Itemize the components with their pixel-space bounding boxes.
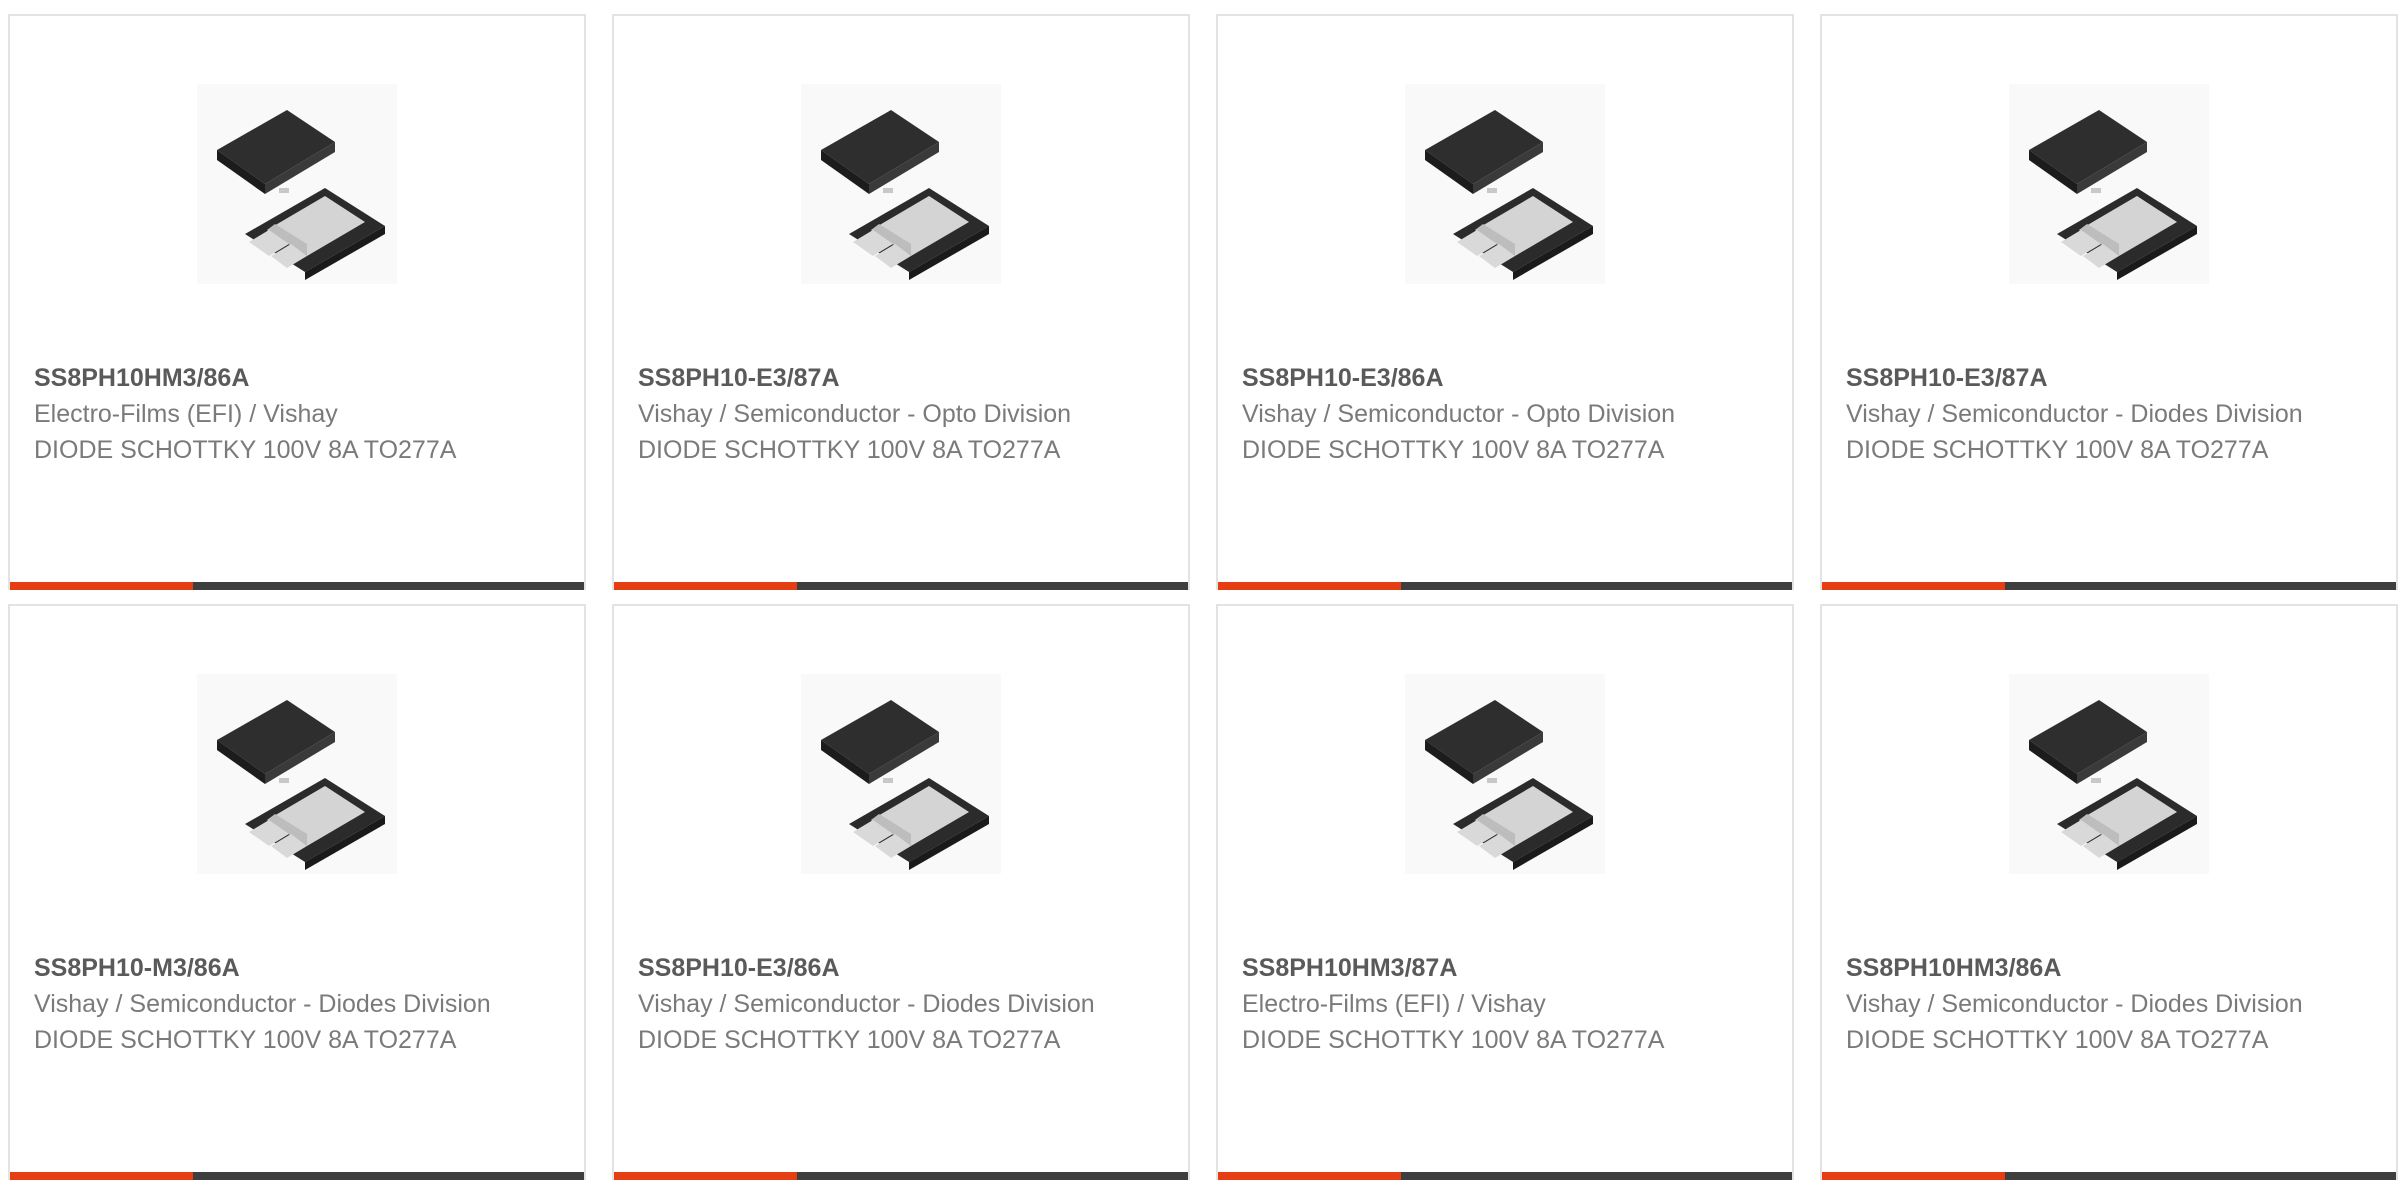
description-text: DIODE SCHOTTKY 100V 8A TO277A [34, 1026, 457, 1054]
product-card[interactable]: SS8PH10-M3/86A Vishay / Semiconductor - … [8, 604, 586, 1180]
product-info: SS8PH10-E3/87A Vishay / Semiconductor - … [1846, 360, 2336, 468]
product-card[interactable]: SS8PH10HM3/86A Vishay / Semiconductor - … [1820, 604, 2398, 1180]
card-bottom-bar [1822, 582, 2396, 590]
description-text: DIODE SCHOTTKY 100V 8A TO277A [1846, 1026, 2269, 1054]
product-image[interactable] [2009, 84, 2209, 284]
product-card[interactable]: SS8PH10-E3/86A Vishay / Semiconductor - … [1216, 14, 1794, 590]
manufacturer-text: Vishay / Semiconductor - Diodes Division [34, 990, 491, 1018]
part-number-link[interactable]: SS8PH10-E3/87A [1846, 360, 2336, 396]
product-card[interactable]: SS8PH10-E3/87A Vishay / Semiconductor - … [1820, 14, 2398, 590]
product-info: SS8PH10-E3/86A Vishay / Semiconductor - … [638, 950, 1128, 1058]
product-image[interactable] [801, 674, 1001, 874]
product-image[interactable] [2009, 674, 2209, 874]
product-info: SS8PH10HM3/87A Electro-Films (EFI) / Vis… [1242, 950, 1732, 1058]
card-bottom-bar [1218, 1172, 1792, 1180]
card-accent-bar [1218, 1172, 1401, 1180]
product-info: SS8PH10-E3/86A Vishay / Semiconductor - … [1242, 360, 1732, 468]
manufacturer-text: Electro-Films (EFI) / Vishay [1242, 990, 1546, 1018]
card-bottom-bar [1218, 582, 1792, 590]
diode-package-icon [2029, 110, 2197, 280]
manufacturer-text: Vishay / Semiconductor - Opto Division [1242, 400, 1676, 428]
product-info: SS8PH10-E3/87A Vishay / Semiconductor - … [638, 360, 1128, 468]
manufacturer-text: Vishay / Semiconductor - Diodes Division [1846, 990, 2303, 1018]
description-text: DIODE SCHOTTKY 100V 8A TO277A [1242, 1026, 1665, 1054]
diode-package-icon [1425, 700, 1593, 870]
description-text: DIODE SCHOTTKY 100V 8A TO277A [638, 1026, 1061, 1054]
part-number-link[interactable]: SS8PH10-E3/87A [638, 360, 1128, 396]
card-bottom-bar [614, 582, 1188, 590]
product-info: SS8PH10HM3/86A Electro-Films (EFI) / Vis… [34, 360, 524, 468]
manufacturer-text: Electro-Films (EFI) / Vishay [34, 400, 338, 428]
product-info: SS8PH10-M3/86A Vishay / Semiconductor - … [34, 950, 524, 1058]
manufacturer-text: Vishay / Semiconductor - Diodes Division [638, 990, 1095, 1018]
product-info: SS8PH10HM3/86A Vishay / Semiconductor - … [1846, 950, 2336, 1058]
card-accent-bar [614, 1172, 797, 1180]
part-number-link[interactable]: SS8PH10-E3/86A [1242, 360, 1732, 396]
diode-package-icon [821, 700, 989, 870]
part-number-link[interactable]: SS8PH10HM3/86A [1846, 950, 2336, 986]
card-accent-bar [10, 582, 193, 590]
product-card[interactable]: SS8PH10HM3/87A Electro-Films (EFI) / Vis… [1216, 604, 1794, 1180]
description-text: DIODE SCHOTTKY 100V 8A TO277A [34, 436, 457, 464]
card-bottom-bar [1822, 1172, 2396, 1180]
manufacturer-text: Vishay / Semiconductor - Opto Division [638, 400, 1072, 428]
part-number-link[interactable]: SS8PH10HM3/86A [34, 360, 524, 396]
part-number-link[interactable]: SS8PH10-M3/86A [34, 950, 524, 986]
product-card[interactable]: SS8PH10-E3/87A Vishay / Semiconductor - … [612, 14, 1190, 590]
card-accent-bar [1822, 582, 2005, 590]
diode-package-icon [217, 110, 385, 280]
card-accent-bar [1218, 582, 1401, 590]
description-text: DIODE SCHOTTKY 100V 8A TO277A [1846, 436, 2269, 464]
card-bottom-bar [614, 1172, 1188, 1180]
part-number-link[interactable]: SS8PH10-E3/86A [638, 950, 1128, 986]
product-image[interactable] [197, 674, 397, 874]
description-text: DIODE SCHOTTKY 100V 8A TO277A [638, 436, 1061, 464]
product-image[interactable] [197, 84, 397, 284]
card-accent-bar [1822, 1172, 2005, 1180]
product-card[interactable]: SS8PH10HM3/86A Electro-Films (EFI) / Vis… [8, 14, 586, 590]
card-accent-bar [10, 1172, 193, 1180]
diode-package-icon [217, 700, 385, 870]
product-image[interactable] [1405, 84, 1605, 284]
product-card[interactable]: SS8PH10-E3/86A Vishay / Semiconductor - … [612, 604, 1190, 1180]
card-accent-bar [614, 582, 797, 590]
diode-package-icon [2029, 700, 2197, 870]
diode-package-icon [1425, 110, 1593, 280]
card-bottom-bar [10, 582, 584, 590]
product-image[interactable] [801, 84, 1001, 284]
part-number-link[interactable]: SS8PH10HM3/87A [1242, 950, 1732, 986]
manufacturer-text: Vishay / Semiconductor - Diodes Division [1846, 400, 2303, 428]
product-image[interactable] [1405, 674, 1605, 874]
diode-package-icon [821, 110, 989, 280]
card-bottom-bar [10, 1172, 584, 1180]
product-grid: SS8PH10HM3/86A Electro-Films (EFI) / Vis… [8, 14, 2398, 1180]
description-text: DIODE SCHOTTKY 100V 8A TO277A [1242, 436, 1665, 464]
